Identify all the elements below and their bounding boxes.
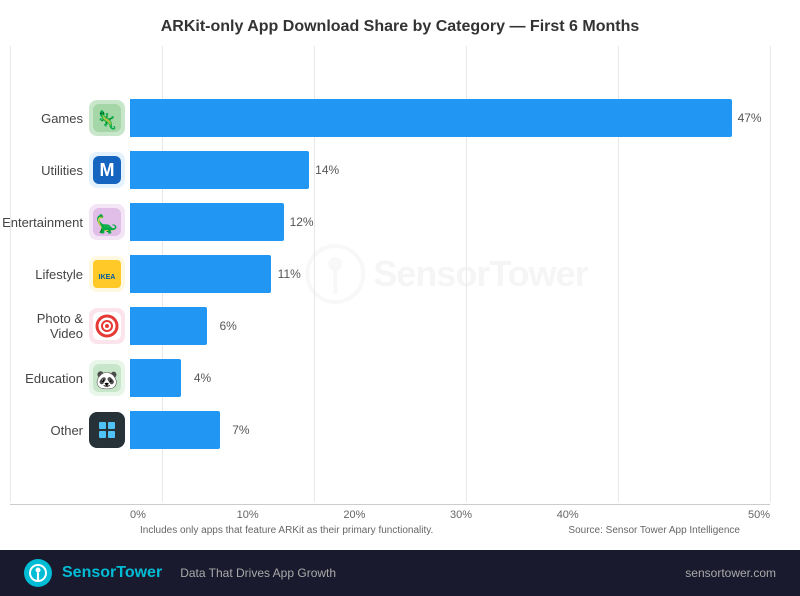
bars-container: Games🦎47%UtilitiesM14%Entertainment🦕12%L… (130, 92, 770, 456)
bar-fill-lifestyle: 11% (130, 255, 271, 293)
bar-label-entertainment: Entertainment🦕 (10, 196, 125, 248)
footer-left: SensorTower Data That Drives App Growth (24, 559, 336, 587)
x-axis: 0%10%20%30%40%50% (10, 504, 770, 521)
svg-text:M: M (100, 160, 115, 180)
bar-value-education: 4% (194, 371, 211, 385)
bar-icon-other (89, 412, 125, 448)
footer-url: sensortower.com (685, 566, 776, 580)
bar-icon-entertainment: 🦕 (89, 204, 125, 240)
bar-fill-utilities: 14% (130, 151, 309, 189)
footer-bar: SensorTower Data That Drives App Growth … (0, 550, 800, 596)
x-tick: 0% (130, 505, 237, 521)
bar-fill-other: 7% (130, 411, 220, 449)
svg-text:🦎: 🦎 (96, 109, 118, 130)
bar-icon-education: 🐼 (89, 360, 125, 396)
bar-track-education: 4% (130, 359, 770, 397)
footer-brand: SensorTower (62, 564, 162, 582)
bar-icon-utilities: M (89, 152, 125, 188)
bar-value-games: 47% (738, 111, 762, 125)
bar-value-photo: 6% (219, 319, 236, 333)
bar-label-games: Games🦎 (10, 92, 125, 144)
bar-track-games: 47% (130, 99, 770, 137)
bar-row-photo: Photo & Video6% (130, 300, 770, 352)
footer-tagline: Data That Drives App Growth (180, 566, 336, 580)
bar-row-other: Other7% (130, 404, 770, 456)
bar-fill-games: 47% (130, 99, 732, 137)
bar-track-photo: 6% (130, 307, 770, 345)
bar-row-education: Education🐼4% (130, 352, 770, 404)
sensortower-logo-icon (24, 559, 52, 587)
chart-container: ARKit-only App Download Share by Categor… (0, 0, 800, 596)
bar-value-entertainment: 12% (290, 215, 314, 229)
bar-label-lifestyle: LifestyleIKEA (10, 248, 125, 300)
x-tick: 50% (663, 505, 770, 521)
bar-row-games: Games🦎47% (130, 92, 770, 144)
bar-track-other: 7% (130, 411, 770, 449)
bar-track-utilities: 14% (130, 151, 770, 189)
footnote-right: Source: Sensor Tower App Intelligence (568, 525, 740, 536)
chart-title: ARKit-only App Download Share by Categor… (0, 0, 800, 46)
chart-area: SensorTower Games🦎47%UtilitiesM14%Entert… (0, 46, 800, 550)
bar-fill-photo: 6% (130, 307, 207, 345)
bar-label-utilities: UtilitiesM (10, 144, 125, 196)
bar-track-lifestyle: 11% (130, 255, 770, 293)
bar-icon-lifestyle: IKEA (89, 256, 125, 292)
bar-fill-education: 4% (130, 359, 181, 397)
footnote-left: Includes only apps that feature ARKit as… (140, 525, 433, 536)
brand-sensor: Sensor (62, 564, 116, 581)
x-tick: 10% (237, 505, 344, 521)
bars-wrapper: SensorTower Games🦎47%UtilitiesM14%Entert… (10, 46, 770, 502)
bar-value-other: 7% (232, 423, 249, 437)
x-tick: 20% (343, 505, 450, 521)
bar-icon-games: 🦎 (89, 100, 125, 136)
x-tick: 40% (557, 505, 664, 521)
footnote-area: Includes only apps that feature ARKit as… (10, 521, 770, 540)
svg-text:IKEA: IKEA (99, 274, 116, 281)
bar-icon-photo (89, 308, 125, 344)
bar-fill-entertainment: 12% (130, 203, 284, 241)
bar-label-education: Education🐼 (10, 352, 125, 404)
bar-track-entertainment: 12% (130, 203, 770, 241)
bar-label-photo: Photo & Video (10, 300, 125, 352)
x-tick: 30% (450, 505, 557, 521)
bar-row-entertainment: Entertainment🦕12% (130, 196, 770, 248)
bar-value-utilities: 14% (315, 163, 339, 177)
svg-text:🐼: 🐼 (96, 369, 119, 390)
brand-tower: Tower (116, 564, 162, 581)
bar-row-lifestyle: LifestyleIKEA11% (130, 248, 770, 300)
bar-value-lifestyle: 11% (278, 267, 301, 281)
bar-label-other: Other (10, 404, 125, 456)
bar-row-utilities: UtilitiesM14% (130, 144, 770, 196)
svg-text:🦕: 🦕 (96, 213, 118, 234)
